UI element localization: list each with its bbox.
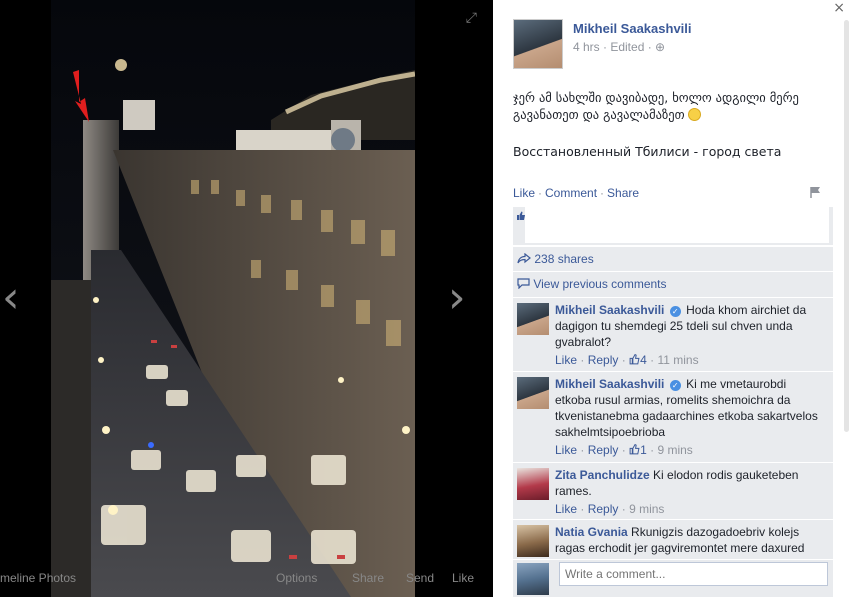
fullscreen-icon[interactable]: ⤢ [466,10,477,26]
like-link[interactable]: Like [513,186,535,200]
globe-icon: ⊕ [655,40,666,54]
share-button[interactable]: Share [352,571,384,585]
comment-like-count[interactable]: 1 [629,443,647,457]
photo-action-bar: meline Photos Options Share Send Like [0,569,493,597]
commenter-avatar[interactable] [517,303,549,335]
comment-time[interactable]: 9 mins [629,502,664,516]
photo-viewer: ⤢ ‹ › meline Photos Options Share Send L… [0,0,493,597]
comment-reply-link[interactable]: Reply [588,443,619,457]
comment-like-link[interactable]: Like [555,502,577,516]
comment-time[interactable]: 11 mins [657,353,698,367]
commenter-name[interactable]: Natia Gvania [555,525,628,539]
close-icon[interactable]: × [833,0,845,16]
shares-row[interactable]: 238 shares [513,247,833,271]
thumbs-up-icon [629,443,640,457]
author-avatar[interactable] [513,19,563,69]
comment-composer [513,560,833,597]
verified-badge-icon: ✓ [669,306,681,317]
like-count-value: 4 [640,353,647,367]
comment-like-link[interactable]: Like [555,443,577,457]
comment-item: Mikheil Saakashvili ✓ Ki me vmetaurobdi … [513,372,833,463]
post-text-russian: Восстановленный Тбилиси - город света [513,144,782,159]
comment-like-link[interactable]: Like [555,353,577,367]
next-photo-button[interactable]: › [448,276,466,320]
likes-summary [513,207,833,245]
commenter-name[interactable]: Mikheil Saakashvili [555,377,664,391]
tbilisi-night-street-image [51,0,415,597]
commenter-avatar[interactable] [517,377,549,409]
previous-photo-button[interactable]: ‹ [2,276,20,320]
commenter-name[interactable]: Mikheil Saakashvili [555,303,664,317]
post-meta: 4 hrs · Edited · ⊕ [573,40,665,54]
like-button[interactable]: Like [452,571,474,585]
photo[interactable] [51,0,415,597]
send-button[interactable]: Send [406,571,434,585]
share-link[interactable]: Share [607,186,639,200]
comment-footer: Like · Reply · 9 mins [555,502,665,516]
comment-item: Zita Panchulidze Ki elodon rodis gaukete… [513,463,833,520]
share-arrow-icon [517,252,534,266]
shares-count[interactable]: 238 shares [534,252,593,266]
post-text-georgian: ჯერ ამ სახლში დავიბადე, ხოლო ადგილი მერე… [513,90,799,122]
post-actions: Like · Comment · Share [513,186,640,200]
comment-bubble-icon [517,277,533,291]
current-user-avatar [517,563,549,595]
comment-footer: Like · Reply · 4 · 11 mins [555,353,699,367]
comment-item: Natia Gvania Rkunigzis dazogadoebriv kol… [513,520,833,560]
like-count-value: 1 [640,443,647,457]
thumbs-up-icon [629,353,640,367]
likes-list [525,207,829,243]
commenter-avatar[interactable] [517,468,549,500]
post-text: ჯერ ამ სახლში დავიბადე, ხოლო ადგილი მერე… [513,89,833,123]
verified-badge-icon: ✓ [669,380,681,391]
options-button[interactable]: Options [276,571,317,585]
comment-like-count[interactable]: 4 [629,353,647,367]
commenter-name[interactable]: Zita Panchulidze [555,468,650,482]
comment-time[interactable]: 9 mins [657,443,692,457]
commenter-avatar[interactable] [517,525,549,557]
comment-link[interactable]: Comment [545,186,597,200]
write-comment-input[interactable] [559,562,828,586]
smile-emoji-icon [687,108,701,121]
view-previous-comments-link[interactable]: View previous comments [513,272,833,297]
post-panel: × Mikheil Saakashvili 4 hrs · Edited · ⊕… [493,0,850,597]
scrollbar[interactable] [844,20,849,432]
view-previous-comments-label[interactable]: View previous comments [533,277,666,291]
comment-footer: Like · Reply · 1 · 9 mins [555,443,693,457]
author-name[interactable]: Mikheil Saakashvili [573,21,692,36]
timeline-photos-link[interactable]: meline Photos [0,571,76,585]
comment-reply-link[interactable]: Reply [588,502,619,516]
flag-icon[interactable] [809,186,821,198]
post-timestamp[interactable]: 4 hrs · Edited · [573,40,655,54]
comment-item: Mikheil Saakashvili ✓ Hoda khom airchiet… [513,298,833,372]
comments-list: Mikheil Saakashvili ✓ Hoda khom airchiet… [513,298,833,560]
comment-reply-link[interactable]: Reply [588,353,619,367]
